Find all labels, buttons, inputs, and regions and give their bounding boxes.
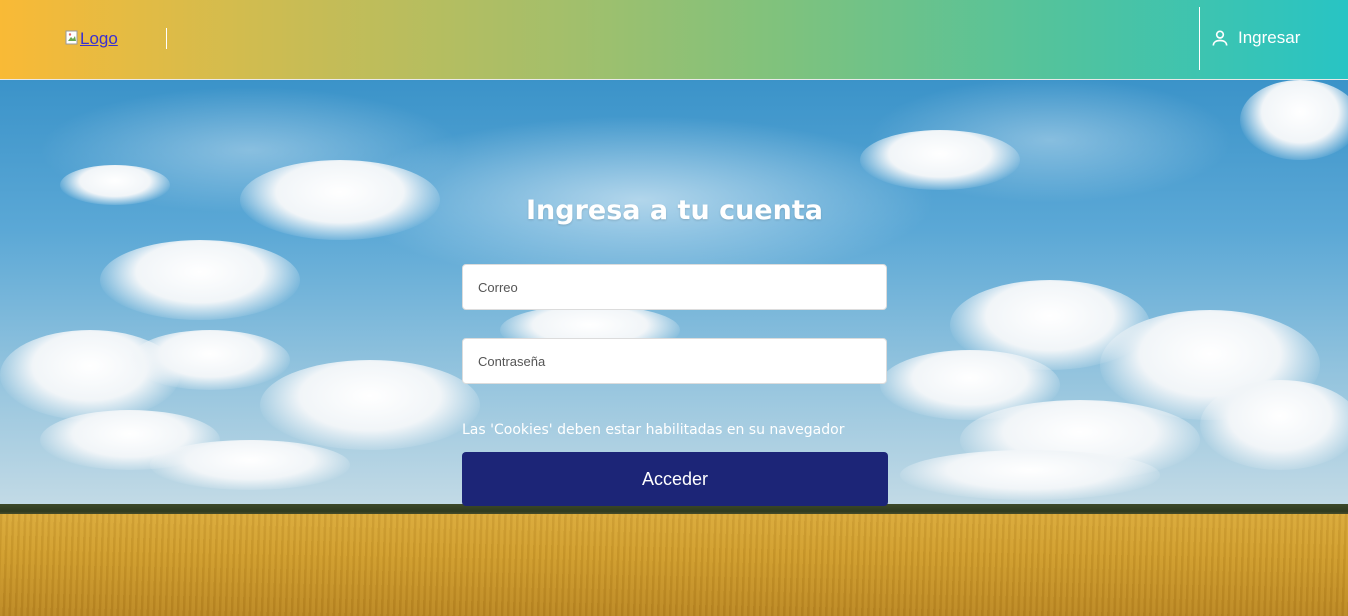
cloud	[240, 160, 440, 240]
top-header: Logo Ingresar	[0, 0, 1348, 80]
wheat-field	[0, 514, 1348, 616]
cookie-notice: Las 'Cookies' deben estar habilitadas en…	[462, 422, 845, 438]
email-field[interactable]	[462, 264, 887, 310]
logo-alt-text: Logo	[80, 29, 118, 48]
cloud	[860, 130, 1020, 190]
cloud	[260, 360, 480, 450]
ingresar-link[interactable]: Ingresar	[1210, 28, 1300, 48]
acceder-button[interactable]: Acceder	[462, 452, 888, 506]
login-page: Logo Ingresar Ingresa a tu cuenta Correo…	[0, 0, 1348, 616]
user-icon	[1212, 30, 1228, 46]
ingresar-label: Ingresar	[1238, 28, 1301, 47]
cloud	[150, 440, 350, 490]
cloud	[1200, 380, 1348, 470]
broken-image-icon	[65, 30, 79, 46]
cloud	[1240, 80, 1348, 160]
logo-link[interactable]: Logo	[65, 29, 118, 49]
cloud	[60, 165, 170, 205]
header-right-divider	[1199, 7, 1200, 70]
login-title: Ingresa a tu cuenta	[526, 195, 823, 226]
password-field[interactable]	[462, 338, 887, 384]
header-divider	[166, 28, 167, 49]
cloud	[130, 330, 290, 390]
cloud	[100, 240, 300, 320]
cloud	[900, 450, 1160, 500]
